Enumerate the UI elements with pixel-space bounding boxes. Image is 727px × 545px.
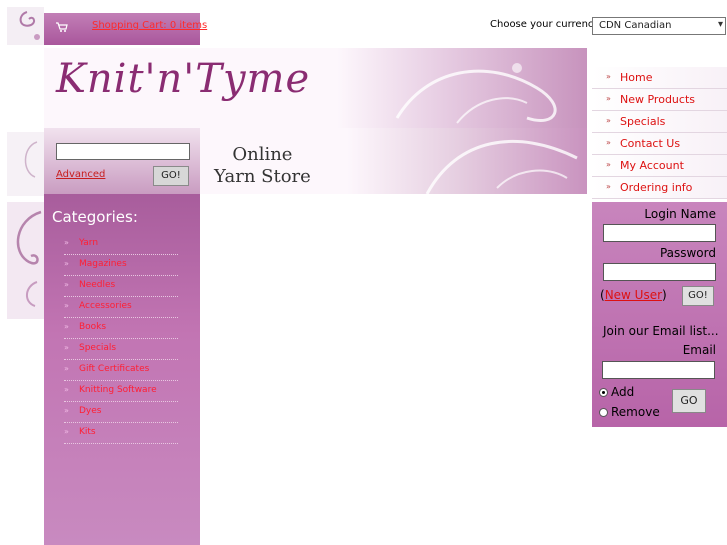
newsletter-heading: Join our Email list... [603, 324, 719, 338]
nav-item-specials[interactable]: » Specials [592, 111, 727, 133]
new-user-wrapper: (New User) [600, 288, 667, 302]
double-chevron-icon: » [64, 343, 69, 352]
double-chevron-icon: » [64, 280, 69, 289]
nav-label[interactable]: Contact Us [620, 137, 680, 150]
login-name-label: Login Name [644, 207, 716, 221]
nav-label[interactable]: Ordering info [620, 181, 692, 194]
swirl-ornament-icon [395, 63, 557, 124]
site-logo[interactable]: Knit'n'Tyme [56, 56, 310, 102]
category-label[interactable]: Needles [79, 280, 115, 290]
double-chevron-icon: » [606, 160, 611, 169]
category-item-yarn[interactable]: » Yarn [64, 234, 178, 255]
newsletter-go-button[interactable]: GO [672, 389, 706, 413]
password-input[interactable] [603, 263, 716, 281]
tagline-line-2: Yarn Store [214, 166, 311, 187]
cart-bar: Shopping Cart: 0 items [44, 13, 207, 45]
online-yarn-store-tagline: Online Yarn Store [214, 144, 311, 188]
header-banner: Knit'n'Tyme [44, 48, 587, 128]
search-go-button[interactable]: GO! [153, 166, 189, 186]
double-chevron-icon: » [606, 72, 611, 81]
swirl-ornament-icon [425, 139, 578, 194]
category-label[interactable]: Dyes [79, 406, 101, 416]
double-chevron-icon: » [64, 238, 69, 247]
add-radio[interactable] [599, 388, 608, 397]
category-label[interactable]: Yarn [79, 238, 98, 248]
double-chevron-icon: » [64, 259, 69, 268]
swirl-ornament-icon [19, 11, 40, 40]
nav-item-my-account[interactable]: » My Account [592, 155, 727, 177]
category-label[interactable]: Knitting Software [79, 385, 157, 395]
category-item-accessories[interactable]: » Accessories [64, 297, 178, 318]
currency-label: Choose your currency: [490, 19, 602, 30]
add-radio-label: Add [611, 385, 635, 399]
category-item-dyes[interactable]: » Dyes [64, 402, 178, 423]
double-chevron-icon: » [606, 182, 611, 191]
nav-item-home[interactable]: » Home [592, 67, 727, 89]
online-store-banner: Online Yarn Store [200, 128, 587, 194]
decorative-swirl-middle [7, 132, 44, 196]
category-item-books[interactable]: » Books [64, 318, 178, 339]
new-user-link[interactable]: New User [605, 288, 662, 302]
remove-radio-label: Remove [611, 405, 660, 419]
login-panel: Login Name Password (New User) GO! Join … [592, 202, 727, 427]
nav-item-ordering-info[interactable]: » Ordering info [592, 177, 727, 199]
categories-title: Categories: [52, 208, 138, 226]
chevron-down-icon: ▾ [717, 19, 723, 30]
newsletter-email-input[interactable] [602, 361, 715, 379]
swirl-ornament-icon [16, 210, 42, 307]
tagline-line-1: Online [232, 144, 293, 165]
login-go-button[interactable]: GO! [682, 286, 714, 306]
banner-swirl-art [347, 128, 587, 194]
login-name-input[interactable] [603, 224, 716, 242]
double-chevron-icon: » [64, 322, 69, 331]
categories-sidebar: Categories: » Yarn » Magazines » Needles… [44, 194, 200, 545]
nav-label[interactable]: Specials [620, 115, 665, 128]
category-label[interactable]: Specials [79, 343, 116, 353]
nav-item-new-products[interactable]: » New Products [592, 89, 727, 111]
password-label: Password [659, 246, 716, 260]
category-item-gift-certificates[interactable]: » Gift Certificates [64, 360, 178, 381]
double-chevron-icon: » [64, 406, 69, 415]
nav-label[interactable]: New Products [620, 93, 695, 106]
double-chevron-icon: » [606, 138, 611, 147]
double-chevron-icon: » [606, 116, 611, 125]
double-chevron-icon: » [606, 94, 611, 103]
nav-label[interactable]: My Account [620, 159, 684, 172]
double-chevron-icon: » [64, 301, 69, 310]
category-label[interactable]: Kits [79, 427, 96, 437]
advanced-search-link[interactable]: Advanced [56, 169, 105, 180]
nav-label[interactable]: Home [620, 71, 652, 84]
double-chevron-icon: » [64, 385, 69, 394]
nav-item-contact-us[interactable]: » Contact Us [592, 133, 727, 155]
remove-radio[interactable] [599, 408, 608, 417]
category-item-knitting-software[interactable]: » Knitting Software [64, 381, 178, 402]
shopping-cart-icon[interactable] [56, 21, 68, 35]
currency-select[interactable]: CDN Canadian ▾ [592, 17, 726, 35]
category-item-kits[interactable]: » Kits [64, 423, 178, 444]
banner-swirl-art [337, 48, 587, 128]
category-label[interactable]: Accessories [79, 301, 132, 311]
email-label: Email [682, 343, 716, 357]
category-label[interactable]: Books [79, 322, 106, 332]
category-label[interactable]: Gift Certificates [79, 364, 149, 374]
currency-selected-value: CDN Canadian [599, 20, 672, 31]
decorative-swirl-top [7, 7, 44, 45]
double-chevron-icon: » [64, 364, 69, 373]
double-chevron-icon: » [64, 427, 69, 436]
main-navigation: » Home » New Products » Specials » Conta… [592, 47, 727, 202]
category-item-magazines[interactable]: » Magazines [64, 255, 178, 276]
category-item-needles[interactable]: » Needles [64, 276, 178, 297]
decorative-swirl-bottom [7, 202, 44, 319]
search-block: Advanced GO! [44, 128, 200, 194]
shopping-cart-link[interactable]: Shopping Cart: 0 items [92, 20, 207, 31]
category-label[interactable]: Magazines [79, 259, 127, 269]
search-input[interactable] [56, 143, 190, 160]
category-item-specials[interactable]: » Specials [64, 339, 178, 360]
swirl-ornament-icon [24, 141, 38, 178]
